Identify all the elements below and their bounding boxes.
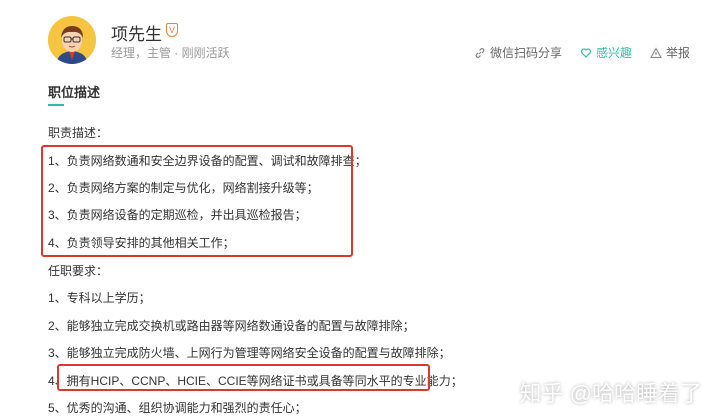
requirement-item: 2、能够独立完成交换机或路由器等网络数通设备的配置与故障排除； xyxy=(48,319,415,333)
profile-meta: 经理，主管 · 刚刚活跃 xyxy=(111,46,230,60)
requirements-heading: 任职要求： xyxy=(48,264,109,278)
interest-label: 感兴趣 xyxy=(595,46,632,60)
section-title-underline xyxy=(48,104,64,106)
watermark: 知乎 @哈哈睡着了 xyxy=(519,381,702,406)
warning-icon xyxy=(650,46,662,58)
requirement-item: 1、专科以上学历； xyxy=(48,291,151,305)
heart-icon xyxy=(580,47,592,58)
verified-badge-icon: V xyxy=(166,23,178,37)
avatar-illustration xyxy=(48,16,96,64)
requirement-item: 3、能够独立完成防火墙、上网行为管理等网络安全设备的配置与故障排除； xyxy=(48,346,451,360)
share-label: 微信扫码分享 xyxy=(489,46,562,60)
requirement-item: 5、优秀的沟通、组织协调能力和强烈的责任心； xyxy=(48,401,307,415)
section-title: 职位描述 xyxy=(48,85,101,100)
link-icon xyxy=(475,47,485,58)
share-button[interactable]: 微信扫码分享 xyxy=(474,44,562,61)
duties-heading: 职责描述： xyxy=(48,126,109,140)
certification-highlight-box xyxy=(57,364,430,391)
interest-button[interactable]: 感兴趣 xyxy=(580,44,632,61)
action-bar: 微信扫码分享 感兴趣 举报 xyxy=(474,44,690,61)
duties-highlight-box xyxy=(41,145,353,257)
profile-name: 项先生 xyxy=(111,25,162,44)
report-button[interactable]: 举报 xyxy=(650,44,690,61)
report-label: 举报 xyxy=(665,46,690,60)
avatar[interactable] xyxy=(48,16,96,64)
